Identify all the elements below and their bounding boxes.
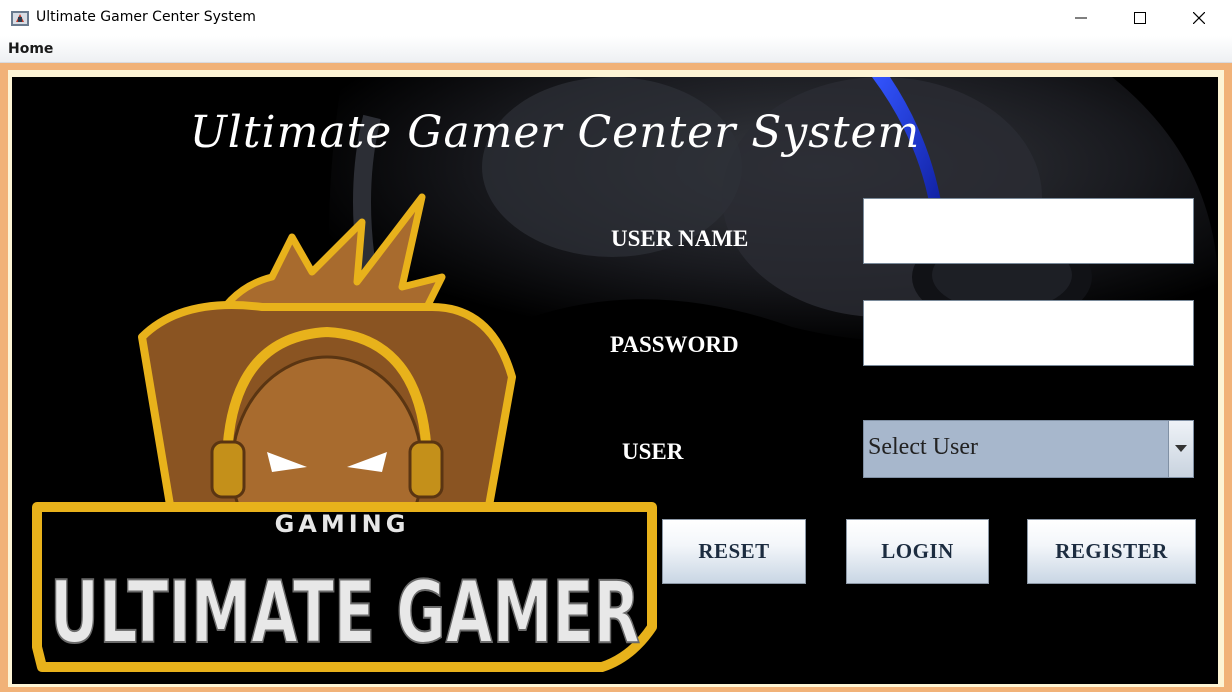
close-button[interactable] [1170, 0, 1228, 36]
maximize-button[interactable] [1111, 0, 1169, 36]
chevron-down-icon [1175, 445, 1187, 452]
password-label: PASSWORD [610, 332, 739, 357]
menu-home[interactable]: Home [8, 41, 53, 57]
ultimate-gamer-logo: GAMING ULTIMATE GAMER [32, 193, 657, 672]
user-label: USER [622, 439, 684, 464]
minimize-button[interactable] [1052, 0, 1110, 36]
username-input[interactable] [863, 198, 1194, 264]
password-input[interactable] [863, 300, 1194, 366]
window-titlebar: Ultimate Gamer Center System [0, 0, 1232, 36]
logo-gaming-text: GAMING [275, 510, 410, 538]
login-button[interactable]: LOGIN [846, 519, 989, 584]
menu-bar: Home [0, 36, 1232, 63]
java-app-icon [11, 11, 29, 26]
app-title: Ultimate Gamer Center System [189, 107, 921, 158]
reset-button[interactable]: RESET [662, 519, 806, 584]
login-panel: Ultimate Gamer Center System GAMING ULTI… [12, 77, 1218, 684]
minimize-icon [1075, 17, 1087, 19]
username-label: USER NAME [611, 226, 749, 251]
maximize-icon [1134, 12, 1146, 24]
user-select-value: Select User [868, 434, 978, 460]
window-title: Ultimate Gamer Center System [36, 9, 256, 25]
logo-ultimate-gamer-text: ULTIMATE GAMER [50, 563, 640, 663]
register-button[interactable]: REGISTER [1027, 519, 1196, 584]
close-icon [1193, 12, 1205, 24]
user-type-select[interactable]: Select User [863, 420, 1194, 478]
dropdown-arrow-button[interactable] [1168, 421, 1193, 477]
